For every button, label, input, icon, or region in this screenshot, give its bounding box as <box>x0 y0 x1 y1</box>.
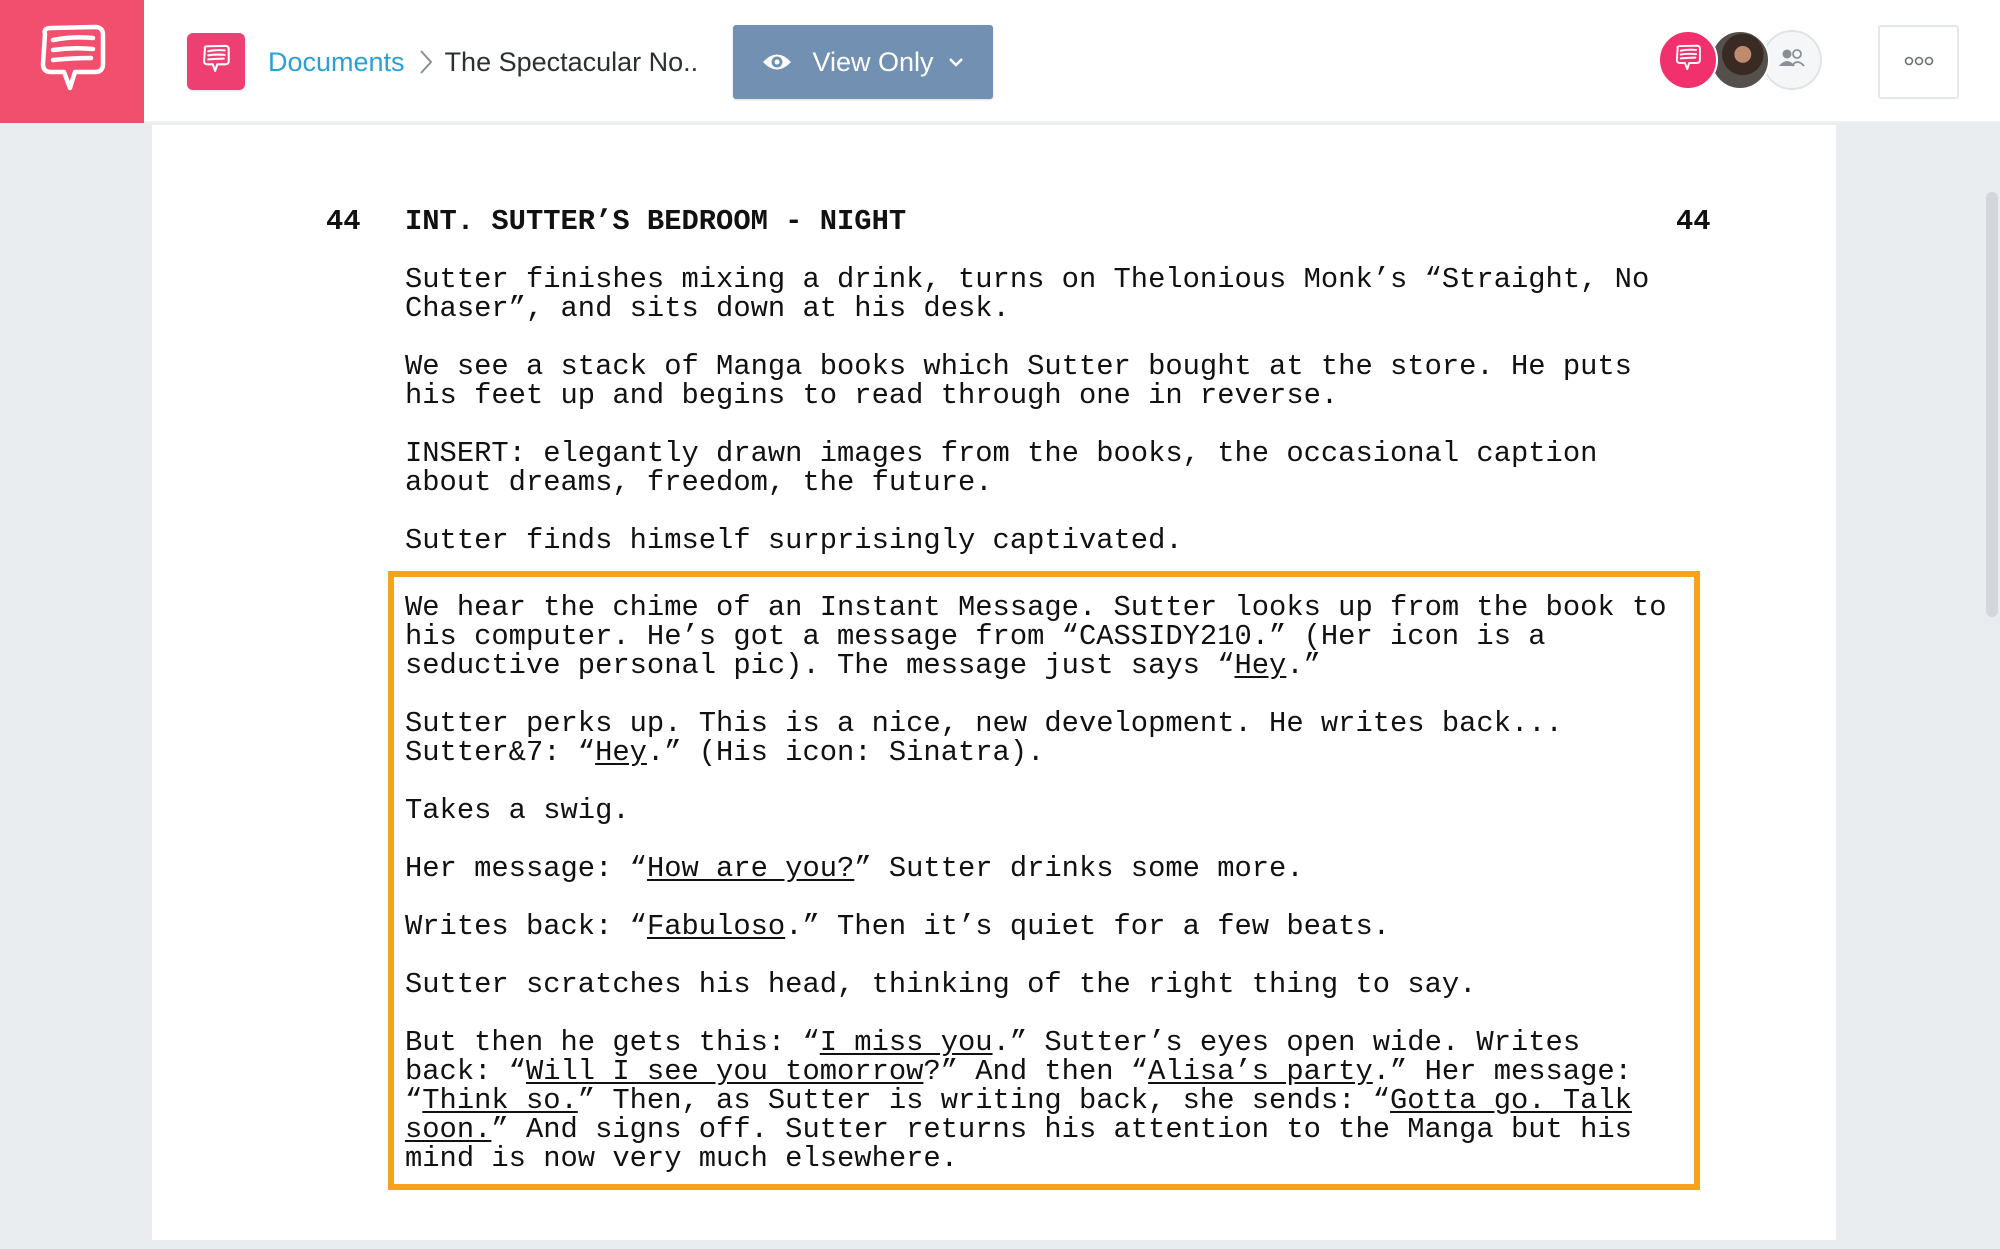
action-line: Sutter finishes mixing a drink, turns on… <box>405 263 1650 296</box>
breadcrumb-documents-link[interactable]: Documents <box>268 47 405 78</box>
underlined-message: Hey <box>595 736 647 769</box>
script-page: 44 INT. SUTTER’S BEDROOM - NIGHT 44 Sutt… <box>152 125 1836 1240</box>
action-line: We hear the chime of an Instant Message.… <box>405 593 1667 622</box>
action-line: soon.” And signs off. Sutter returns his… <box>405 1115 1632 1144</box>
action-line: mind is now very much elsewhere. <box>405 1144 958 1173</box>
action-line: Sutter finds himself surprisingly captiv… <box>405 524 1183 557</box>
top-bar: Documents The Spectacular No.. View Only <box>0 0 2000 123</box>
document-icon[interactable] <box>187 33 245 90</box>
action-line: his feet up and begins to read through o… <box>405 379 1339 412</box>
app-avatar[interactable] <box>1658 30 1718 90</box>
action-line: Sutter scratches his head, thinking of t… <box>405 970 1476 999</box>
breadcrumb: Documents The Spectacular No.. <box>268 42 698 82</box>
text-run: Her message: “ <box>405 852 647 885</box>
screenplay-content: 44 INT. SUTTER’S BEDROOM - NIGHT 44 Sutt… <box>152 125 1836 1240</box>
more-options-icon <box>1904 53 1934 71</box>
action-line: Her message: “How are you?” Sutter drink… <box>405 854 1304 883</box>
scene-number-left: 44 <box>326 205 361 238</box>
action-line: seductive personal pic). The message jus… <box>405 651 1321 680</box>
document-title: The Spectacular No.. <box>444 46 699 77</box>
text-run: .” (His icon: Sinatra). <box>646 736 1045 769</box>
users-icon <box>1779 48 1805 73</box>
collaborator-avatars <box>1658 30 1828 90</box>
text-run: Sutter scratches his head, thinking of t… <box>405 968 1477 1001</box>
text-run: seductive personal pic). The message jus… <box>405 649 1235 682</box>
text-run: mind is now very much elsewhere. <box>405 1142 958 1175</box>
scrollbar-thumb[interactable] <box>1986 192 1998 617</box>
action-line: Writes back: “Fabuloso.” Then it’s quiet… <box>405 912 1390 941</box>
chevron-right-icon <box>419 49 433 75</box>
action-line: Chaser”, and sits down at his desk. <box>405 292 1010 325</box>
action-line: about dreams, freedom, the future. <box>405 466 993 499</box>
action-line: INSERT: elegantly drawn images from the … <box>405 437 1598 470</box>
text-run: .” <box>1286 649 1321 682</box>
underlined-message: Fabuloso <box>646 910 786 943</box>
text-run: Sutter&7: “ <box>405 736 596 769</box>
action-line: We see a stack of Manga books which Sutt… <box>405 350 1632 383</box>
underlined-message: Hey <box>1234 649 1287 682</box>
action-line: Takes a swig. <box>405 796 630 825</box>
action-line: Sutter perks up. This is a nice, new dev… <box>405 709 1563 738</box>
text-run: Writes back: “ <box>405 910 647 943</box>
eye-icon <box>762 51 792 73</box>
view-only-dropdown[interactable]: View Only <box>733 25 993 99</box>
app-logo[interactable] <box>0 0 144 123</box>
view-only-label: View Only <box>812 46 934 77</box>
text-run: .” Then it’s quiet for a few beats. <box>785 910 1391 943</box>
action-line: But then he gets this: “I miss you.” Sut… <box>405 1028 1580 1057</box>
user-avatar-photo[interactable] <box>1710 30 1770 90</box>
speech-bubble-icon <box>1673 43 1703 78</box>
scene-heading: INT. SUTTER’S BEDROOM - NIGHT <box>405 205 907 238</box>
action-line: his computer. He’s got a message from “C… <box>405 622 1546 651</box>
action-line: back: “Will I see you tomorrow?” And the… <box>405 1057 1632 1086</box>
more-options-button[interactable] <box>1878 25 1959 99</box>
chevron-down-icon <box>948 57 964 67</box>
speech-bubble-doc-icon <box>200 43 232 80</box>
share-users-button[interactable] <box>1762 30 1822 90</box>
scene-number-right: 44 <box>1676 205 1711 238</box>
text-run: ” Sutter drinks some more. <box>854 852 1304 885</box>
speech-bubble-logo-icon <box>33 20 111 103</box>
text-run: Takes a swig. <box>405 794 630 827</box>
action-line: Sutter&7: “Hey.” (His icon: Sinatra). <box>405 738 1044 767</box>
underlined-message: How are you? <box>646 852 855 885</box>
action-line: “Think so.” Then, as Sutter is writing b… <box>405 1086 1632 1115</box>
